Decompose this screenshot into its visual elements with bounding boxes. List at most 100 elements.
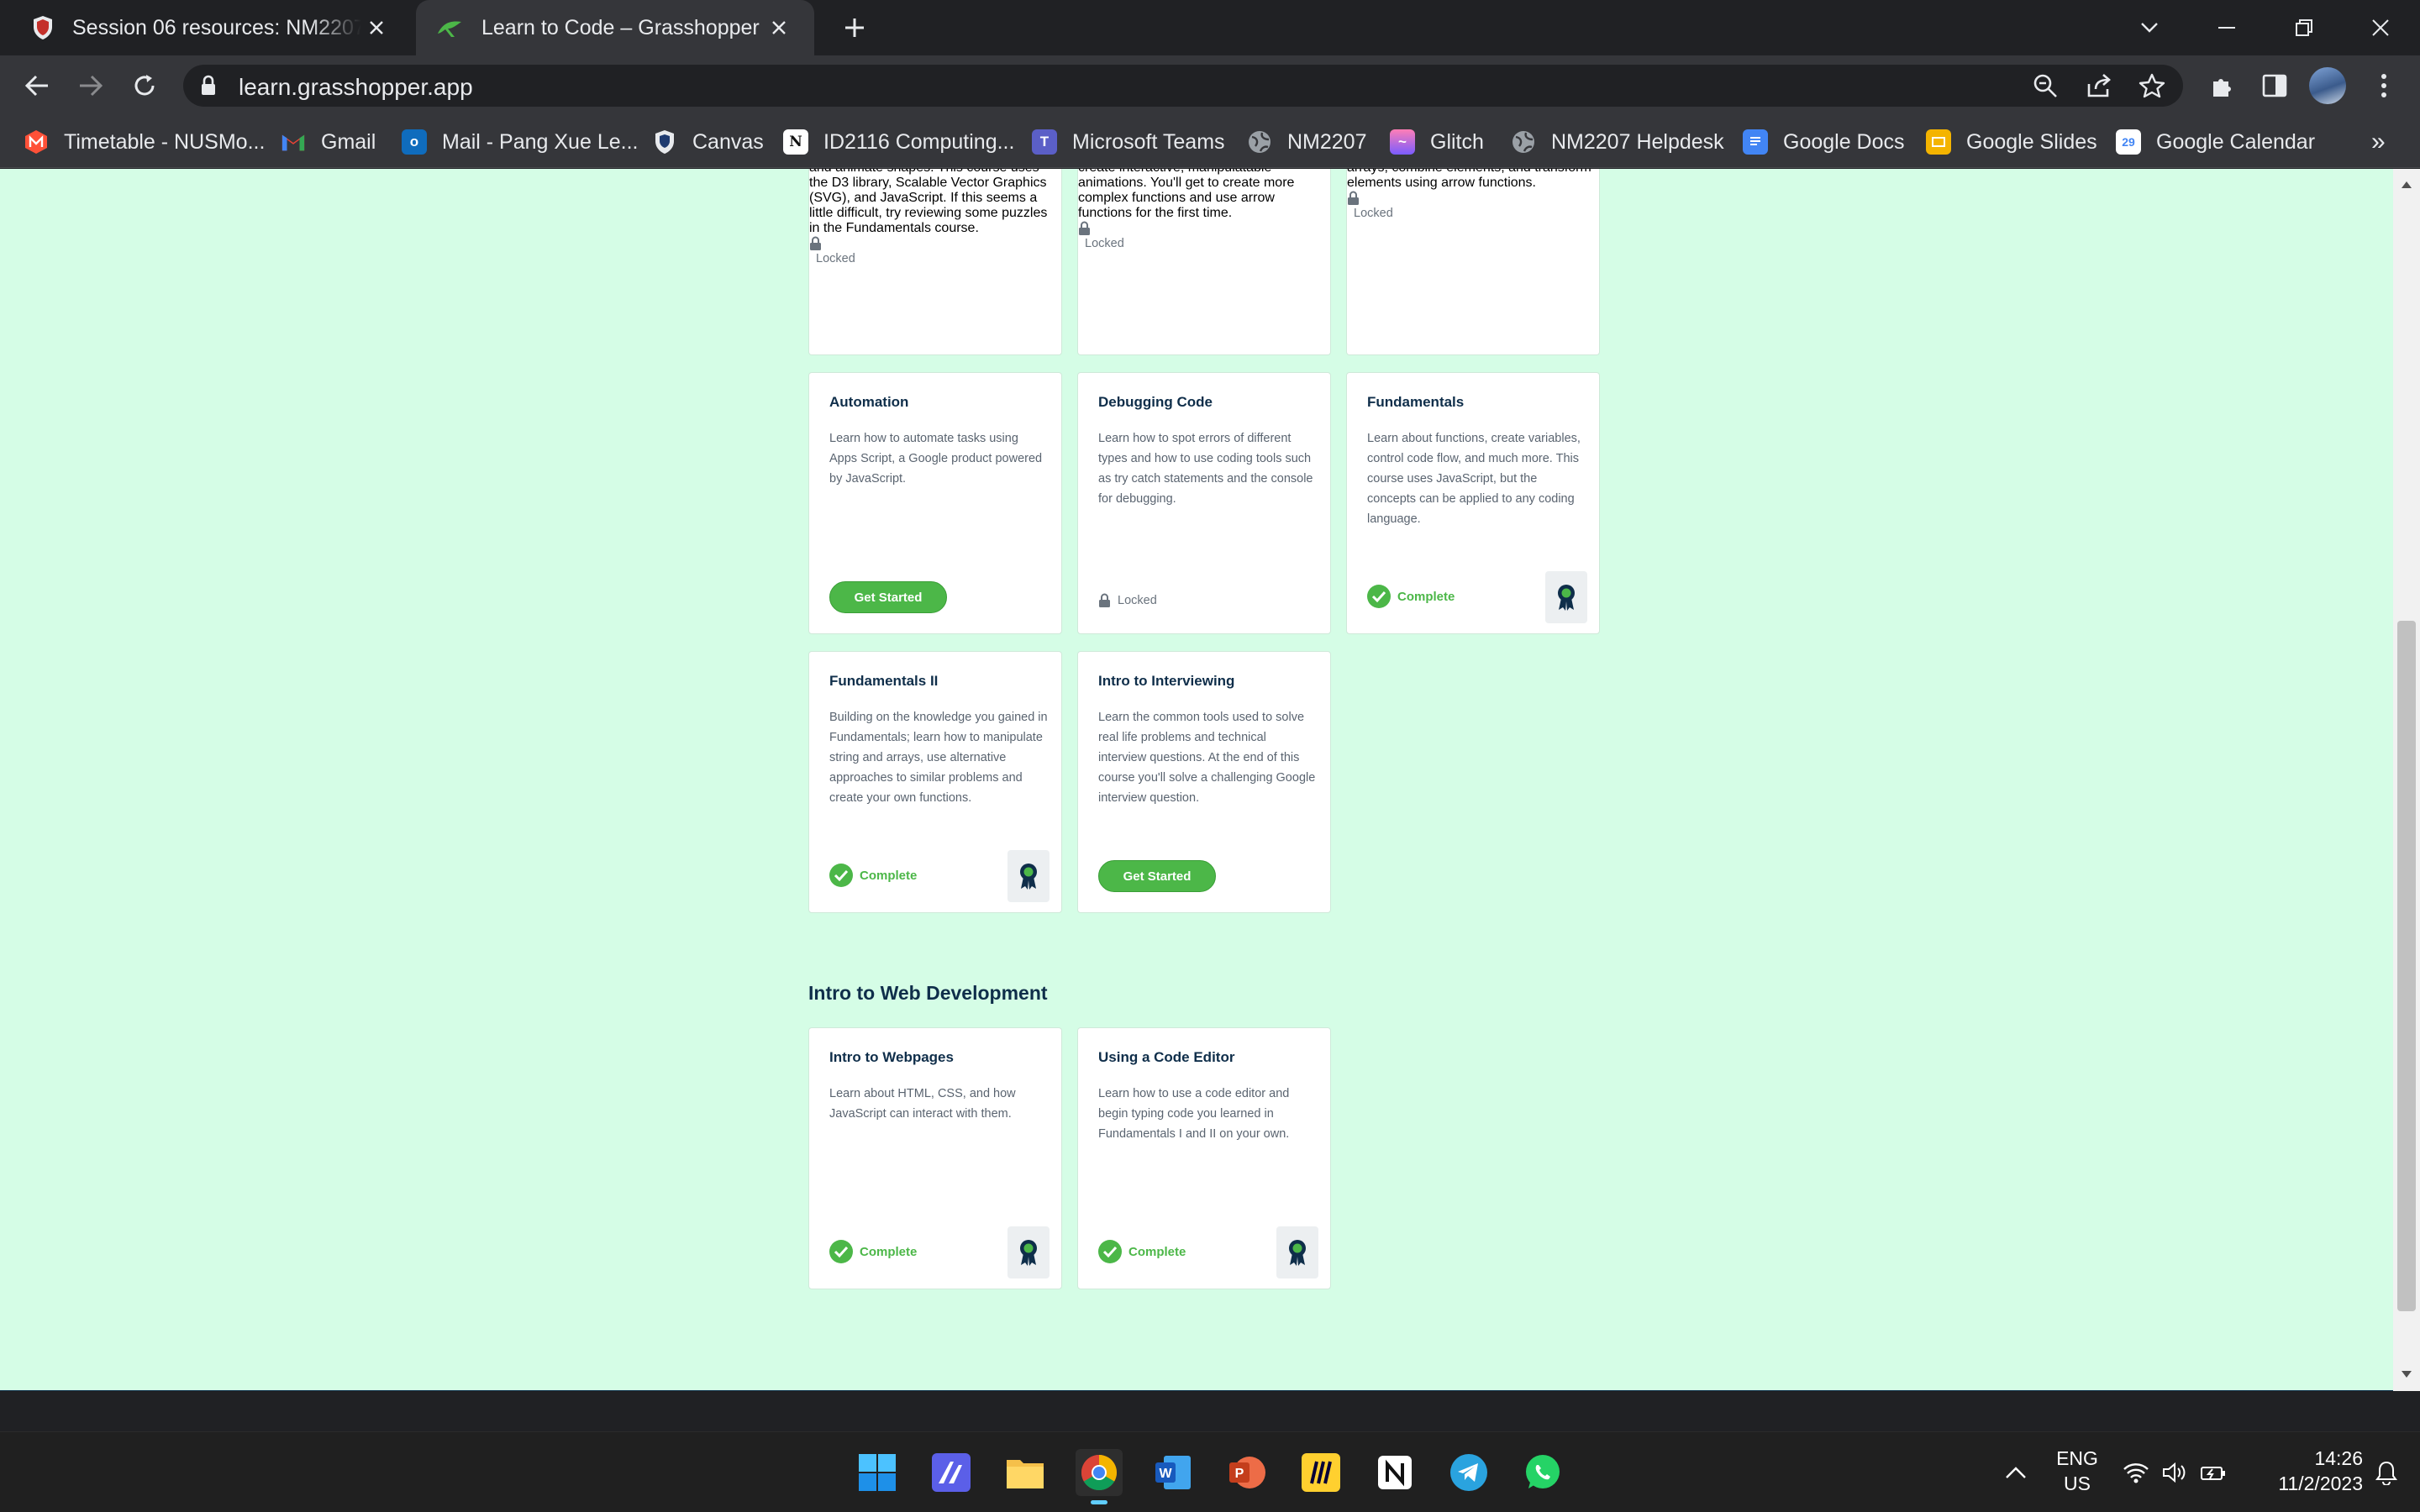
course-card-intro-to-interviewing[interactable]: Intro to Interviewing Learn the common t…	[1077, 651, 1331, 913]
battery-charging-icon[interactable]	[2195, 1449, 2232, 1496]
certificate-ribbon-icon[interactable]	[1007, 1226, 1050, 1278]
reload-icon[interactable]	[124, 66, 165, 106]
scrollbar-thumb[interactable]	[2397, 621, 2416, 1311]
bookmark-gmail[interactable]: Gmail	[281, 127, 376, 157]
bookmark-label: Google Calendar	[2156, 129, 2316, 154]
certificate-ribbon-icon[interactable]	[1007, 850, 1050, 902]
course-title: Automation	[829, 394, 909, 410]
new-tab-plus-icon[interactable]	[839, 12, 871, 44]
zoom-icon[interactable]	[2032, 72, 2059, 99]
bookmark-timetable[interactable]: Timetable - NUSMo...	[24, 127, 265, 157]
bookmark-glitch[interactable]: ~ Glitch	[1390, 127, 1484, 157]
globe-icon	[1511, 129, 1536, 155]
bookmark-id2116[interactable]: N ID2116 Computing...	[783, 127, 1014, 157]
checkmark-circle-icon	[829, 1240, 853, 1263]
extensions-puzzle-icon[interactable]	[2205, 68, 2240, 103]
course-card-fundamentals-ii[interactable]: Fundamentals II Building on the knowledg…	[808, 651, 1062, 913]
show-hidden-icons-chevron-icon[interactable]	[1995, 1449, 2037, 1496]
powerpoint-icon[interactable]: P	[1223, 1449, 1270, 1496]
notion-icon[interactable]	[1371, 1449, 1418, 1496]
get-started-button[interactable]: Get Started	[1098, 860, 1216, 892]
close-window-icon[interactable]	[2360, 7, 2402, 49]
svg-text:P: P	[1235, 1467, 1244, 1481]
svg-text:W: W	[1159, 1467, 1172, 1481]
monday-icon[interactable]	[928, 1449, 975, 1496]
whatsapp-icon[interactable]	[1519, 1449, 1566, 1496]
course-status: Locked	[809, 236, 1061, 266]
course-card-intro-to-webpages[interactable]: Intro to Webpages Learn about HTML, CSS,…	[808, 1027, 1062, 1289]
course-card-debugging[interactable]: Debugging Code Learn how to spot errors …	[1077, 372, 1331, 634]
course-description: Learn about functions, create variables,…	[1367, 432, 1581, 526]
file-explorer-icon[interactable]	[1002, 1449, 1049, 1496]
get-started-button[interactable]: Get Started	[829, 581, 947, 613]
volume-icon[interactable]	[2156, 1449, 2193, 1496]
bookmark-label: NM2207	[1287, 129, 1367, 154]
minimize-icon[interactable]	[2206, 7, 2248, 49]
chrome-menu-kebab-icon[interactable]	[2366, 68, 2402, 103]
bookmark-mail[interactable]: o Mail - Pang Xue Le...	[402, 127, 638, 157]
course-card[interactable]: create interactive, manipulatable animat…	[1077, 169, 1331, 355]
address-bar[interactable]: learn.grasshopper.app	[183, 65, 2183, 107]
word-icon[interactable]: W	[1150, 1449, 1197, 1496]
chrome-icon[interactable]	[1076, 1449, 1123, 1504]
side-panel-icon[interactable]	[2257, 68, 2292, 103]
course-title: Debugging Code	[1098, 394, 1213, 410]
tab-learn-to-code[interactable]: Learn to Code – Grasshopper	[416, 0, 814, 55]
forward-arrow-icon[interactable]	[71, 66, 111, 106]
tab-search-chevron-icon[interactable]	[2128, 7, 2170, 49]
course-description: Learn about HTML, CSS, and how JavaScrip…	[829, 1087, 1016, 1121]
browser-toolbar: learn.grasshopper.app	[0, 55, 2420, 116]
page-footer	[0, 1390, 2393, 1391]
checkmark-circle-icon	[1098, 1240, 1122, 1263]
wifi-icon[interactable]	[2118, 1449, 2154, 1496]
bookmark-teams[interactable]: T Microsoft Teams	[1032, 127, 1225, 157]
bookmark-label: Glitch	[1430, 129, 1484, 154]
lock-icon	[1079, 221, 1090, 235]
telegram-icon[interactable]	[1445, 1449, 1492, 1496]
course-card-using-a-code-editor[interactable]: Using a Code Editor Learn how to use a c…	[1077, 1027, 1331, 1289]
scroll-up-arrow-icon[interactable]	[2401, 181, 2412, 189]
share-icon[interactable]	[2086, 72, 2112, 99]
course-title: Intro to Webpages	[829, 1049, 954, 1065]
course-card[interactable]: arrays, combine elements, and transform …	[1346, 169, 1600, 355]
page-scrollbar[interactable]	[2393, 169, 2420, 1391]
status-label: Locked	[1354, 207, 1393, 220]
course-card-automation[interactable]: Automation Learn how to automate tasks u…	[808, 372, 1062, 634]
tab-close-icon[interactable]	[764, 13, 794, 43]
tab-session-06-resources[interactable]: Session 06 resources: NM2207 Co	[12, 0, 412, 55]
lock-icon[interactable]	[200, 75, 217, 97]
bookmark-label: Microsoft Teams	[1072, 129, 1225, 154]
bookmark-google-slides[interactable]: Google Slides	[1926, 127, 2097, 157]
bookmark-google-docs[interactable]: Google Docs	[1743, 127, 1905, 157]
tab-close-icon[interactable]	[361, 13, 392, 43]
bookmark-canvas[interactable]: Canvas	[652, 127, 764, 157]
bookmark-helpdesk[interactable]: NM2207 Helpdesk	[1511, 127, 1724, 157]
course-card[interactable]: and animate shapes. This course uses the…	[808, 169, 1062, 355]
input-language-indicator[interactable]: ENG US	[2047, 1446, 2107, 1496]
miro-icon[interactable]	[1297, 1449, 1344, 1496]
course-title: Using a Code Editor	[1098, 1049, 1235, 1065]
bookmark-star-icon[interactable]	[2139, 72, 2165, 99]
system-clock[interactable]: 14:26 11/2/2023	[2245, 1446, 2363, 1496]
windows-start-icon[interactable]	[854, 1449, 901, 1496]
tab-title: Session 06 resources: NM2207 Co	[72, 15, 361, 39]
restore-icon[interactable]	[2283, 7, 2325, 49]
course-status: Complete	[1367, 585, 1455, 608]
bookmark-label: Canvas	[692, 129, 764, 154]
browser-tab-strip: Session 06 resources: NM2207 Co Learn to…	[0, 0, 2420, 55]
grasshopper-favicon-icon	[436, 17, 463, 39]
notifications-bell-icon[interactable]	[2368, 1449, 2405, 1496]
scroll-down-arrow-icon[interactable]	[2401, 1370, 2412, 1378]
language-label: ENG	[2056, 1447, 2098, 1469]
nusmods-icon	[24, 129, 49, 155]
bookmarks-overflow-chevron[interactable]: »	[2371, 127, 2386, 157]
certificate-ribbon-icon[interactable]	[1276, 1226, 1318, 1278]
profile-avatar[interactable]	[2309, 67, 2346, 104]
status-label: Complete	[1128, 1244, 1186, 1259]
bookmark-google-calendar[interactable]: 29 Google Calendar	[2116, 127, 2315, 157]
calendar-icon: 29	[2116, 129, 2141, 155]
certificate-ribbon-icon[interactable]	[1545, 571, 1587, 623]
course-card-fundamentals[interactable]: Fundamentals Learn about functions, crea…	[1346, 372, 1600, 634]
back-arrow-icon[interactable]	[17, 66, 57, 106]
bookmark-nm2207[interactable]: NM2207	[1247, 127, 1367, 157]
